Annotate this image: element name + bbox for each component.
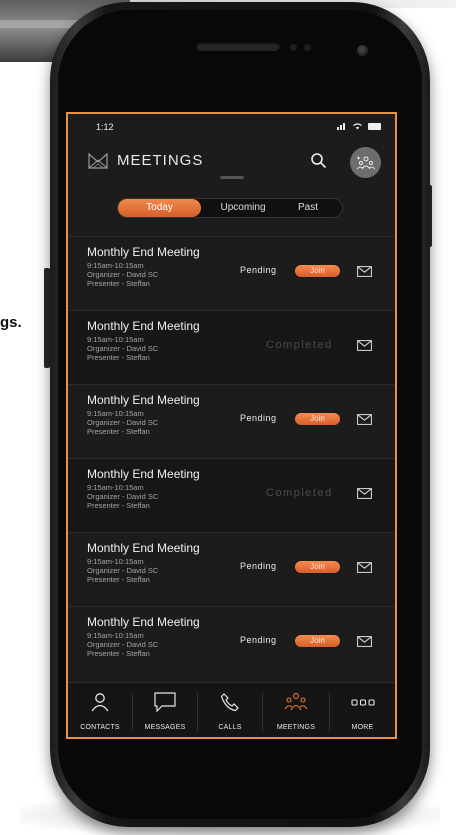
meeting-organizer: Organizer - David SC — [87, 344, 159, 353]
meetings-logo-icon — [88, 153, 108, 169]
add-participants-button[interactable] — [350, 147, 381, 178]
meeting-time: 9:15am-10:15am — [87, 335, 144, 344]
battery-icon — [368, 122, 381, 130]
phone-icon — [220, 693, 239, 712]
meeting-row[interactable]: Monthly End Meeting 9:15am-10:15am Organ… — [68, 458, 395, 532]
status-pending: Pending — [240, 265, 277, 275]
earpiece-speaker — [196, 42, 280, 51]
join-button[interactable]: Join — [295, 635, 340, 647]
status-pending: Pending — [240, 635, 277, 645]
tab-upcoming[interactable]: Upcoming — [206, 199, 280, 217]
nav-messages[interactable]: MESSAGES — [133, 683, 197, 737]
nav-calls[interactable]: CALLS — [198, 683, 262, 737]
meeting-organizer: Organizer - David SC — [87, 640, 159, 649]
join-button[interactable]: Join — [295, 561, 340, 573]
person-icon — [91, 693, 109, 712]
nav-meetings[interactable]: MEETINGS — [263, 683, 329, 737]
nav-label: MESSAGES — [144, 724, 186, 731]
tab-today[interactable]: Today — [118, 199, 201, 217]
meeting-presenter: Presenter - Steffan — [87, 279, 150, 288]
meeting-row[interactable]: Monthly End Meeting 9:15am-10:15am Organ… — [68, 606, 395, 680]
nav-label: CALLS — [218, 724, 242, 731]
drag-handle[interactable] — [220, 176, 244, 179]
chat-bubble-icon — [154, 692, 176, 712]
status-completed: Completed — [266, 339, 333, 351]
meeting-presenter: Presenter - Steffan — [87, 575, 150, 584]
meeting-organizer: Organizer - David SC — [87, 270, 159, 279]
wifi-icon — [353, 123, 362, 130]
join-button[interactable]: Join — [295, 265, 340, 277]
mail-icon[interactable] — [357, 636, 372, 647]
nav-contacts[interactable]: CONTACTS — [68, 683, 132, 737]
mail-icon[interactable] — [357, 414, 372, 425]
more-dots-icon — [350, 699, 375, 706]
signal-icon — [337, 123, 345, 130]
group-add-icon — [356, 156, 375, 169]
join-button[interactable]: Join — [295, 413, 340, 425]
meeting-row[interactable]: Monthly End Meeting 9:15am-10:15am Organ… — [68, 310, 395, 384]
nav-label: MORE — [351, 724, 374, 731]
meeting-presenter: Presenter - Steffan — [87, 427, 150, 436]
meeting-title: Monthly End Meeting — [87, 245, 200, 259]
meeting-presenter: Presenter - Steffan — [87, 353, 150, 362]
background-side-text: gs. — [0, 314, 22, 331]
date-filter-tabs: Today Upcoming Past — [117, 198, 343, 218]
meeting-presenter: Presenter - Steffan — [87, 501, 150, 510]
nav-label: MEETINGS — [276, 724, 316, 731]
bottom-nav: CONTACTS MESSAGES CALLS MEETINGS MORE — [68, 682, 395, 737]
meeting-time: 9:15am-10:15am — [87, 631, 144, 640]
status-completed: Completed — [266, 487, 333, 499]
status-bar: 1:12 — [68, 114, 395, 144]
nav-more[interactable]: MORE — [330, 683, 395, 737]
meeting-title: Monthly End Meeting — [87, 393, 200, 407]
page-title: MEETINGS — [117, 152, 204, 169]
mail-icon[interactable] — [357, 488, 372, 499]
meeting-row[interactable]: Monthly End Meeting 9:15am-10:15am Organ… — [68, 384, 395, 458]
sensor-dot — [304, 44, 311, 51]
search-icon[interactable] — [310, 152, 328, 170]
meeting-time: 9:15am-10:15am — [87, 557, 144, 566]
sensor-dot — [290, 44, 297, 51]
meeting-row[interactable]: Monthly End Meeting 9:15am-10:15am Organ… — [68, 236, 395, 310]
status-time: 1:12 — [96, 122, 114, 132]
meeting-time: 9:15am-10:15am — [87, 483, 144, 492]
meeting-title: Monthly End Meeting — [87, 319, 200, 333]
status-pending: Pending — [240, 561, 277, 571]
meeting-time: 9:15am-10:15am — [87, 261, 144, 270]
nav-label: CONTACTS — [80, 724, 120, 731]
meeting-title: Monthly End Meeting — [87, 615, 200, 629]
front-camera — [357, 45, 368, 56]
meeting-row[interactable]: Monthly End Meeting 9:15am-10:15am Organ… — [68, 532, 395, 606]
status-pending: Pending — [240, 413, 277, 423]
meeting-organizer: Organizer - David SC — [87, 492, 159, 501]
tab-past[interactable]: Past — [284, 199, 332, 217]
app-screen: 1:12 MEETINGS Today Upcoming Past Monthl… — [66, 112, 397, 739]
mail-icon[interactable] — [357, 266, 372, 277]
meeting-title: Monthly End Meeting — [87, 467, 200, 481]
app-header: MEETINGS — [68, 144, 395, 180]
meetings-group-icon — [284, 693, 308, 711]
meeting-presenter: Presenter - Steffan — [87, 649, 150, 658]
meeting-organizer: Organizer - David SC — [87, 418, 159, 427]
status-icons — [337, 122, 381, 130]
meeting-title: Monthly End Meeting — [87, 541, 200, 555]
meeting-organizer: Organizer - David SC — [87, 566, 159, 575]
meeting-time: 9:15am-10:15am — [87, 409, 144, 418]
mail-icon[interactable] — [357, 562, 372, 573]
mail-icon[interactable] — [357, 340, 372, 351]
